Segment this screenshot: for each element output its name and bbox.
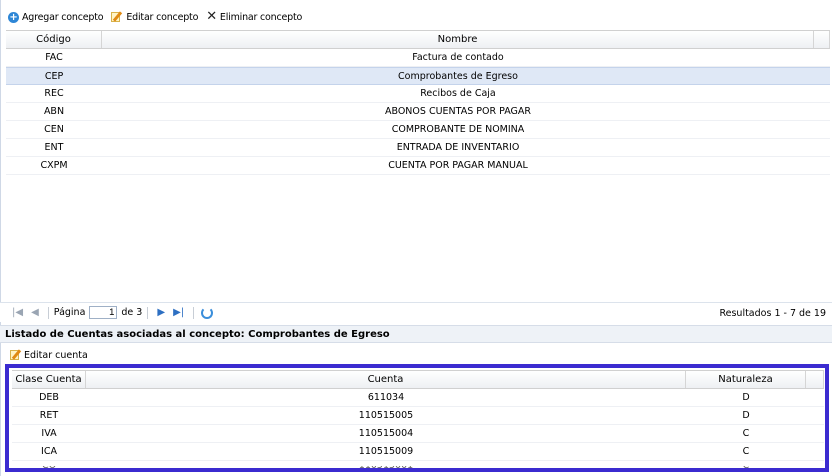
- cell-clase: RET: [39, 410, 59, 421]
- cell-codigo: REC: [44, 88, 64, 99]
- cell-naturaleza: C: [742, 446, 750, 457]
- page-of-label: de 3: [121, 307, 143, 318]
- page-label: Página: [53, 307, 86, 318]
- cell-codigo: ENT: [44, 142, 64, 153]
- cell-nombre: ENTRADA DE INVENTARIO: [396, 142, 520, 153]
- cell-clase: ICA: [41, 446, 57, 457]
- last-page-icon[interactable]: ▶|: [173, 307, 184, 318]
- accounts-grid: Clase Cuenta Cuenta Naturaleza DEB 61103…: [12, 370, 824, 461]
- refresh-icon[interactable]: [201, 306, 214, 319]
- table-row[interactable]: ICA 110515009 C: [12, 443, 824, 461]
- column-header-codigo[interactable]: Código: [6, 31, 102, 48]
- add-concept-label: Agregar concepto: [22, 11, 104, 23]
- pager-separator: [147, 306, 149, 319]
- page-number-input[interactable]: [89, 306, 118, 319]
- concepts-toolbar: + Agregar concepto Editar concepto ✕ Eli…: [0, 6, 832, 28]
- cell-naturaleza: C: [742, 428, 750, 439]
- results-count: Resultados 1 - 7 de 19: [719, 308, 826, 319]
- next-page-icon[interactable]: ▶: [157, 307, 165, 318]
- table-row-partial[interactable]: CO 110515001 C: [12, 466, 824, 476]
- table-row[interactable]: ABN ABONOS CUENTAS POR PAGAR: [6, 103, 830, 121]
- cell-cuenta: 110515009: [358, 446, 414, 457]
- column-header-nombre[interactable]: Nombre: [102, 31, 814, 48]
- concepts-grid-header: Código Nombre: [6, 30, 830, 49]
- first-page-icon[interactable]: |◀: [12, 307, 23, 318]
- concepts-grid: Código Nombre FAC Factura de contado CEP…: [6, 30, 830, 175]
- edit-icon: [10, 349, 22, 361]
- table-row[interactable]: FAC Factura de contado: [6, 49, 830, 67]
- cell-nombre: COMPROBANTE DE NOMINA: [391, 124, 525, 135]
- table-row[interactable]: ENT ENTRADA DE INVENTARIO: [6, 139, 830, 157]
- cell-nombre: Recibos de Caja: [420, 88, 496, 99]
- cell-cuenta: 110515005: [358, 410, 414, 421]
- cell-codigo: FAC: [45, 52, 63, 63]
- table-row-selected[interactable]: CEP Comprobantes de Egreso: [6, 67, 830, 85]
- delete-concept-button[interactable]: ✕ Eliminar concepto: [206, 9, 303, 24]
- edit-concept-button[interactable]: Editar concepto: [111, 11, 198, 23]
- add-icon: +: [8, 11, 19, 23]
- cell-nombre: Comprobantes de Egreso: [398, 70, 518, 82]
- cell-nombre: CUENTA POR PAGAR MANUAL: [388, 160, 528, 171]
- add-concept-button[interactable]: + Agregar concepto: [8, 11, 104, 23]
- cell-clase: DEB: [39, 392, 59, 403]
- pager-separator: [193, 306, 195, 319]
- cell-codigo: CXPM: [40, 160, 68, 171]
- edit-icon: [111, 11, 123, 23]
- concepts-grid-body: FAC Factura de contado CEP Comprobantes …: [6, 49, 830, 175]
- edit-account-button[interactable]: Editar cuenta: [10, 348, 88, 362]
- cell-codigo: CEP: [44, 70, 64, 82]
- column-header-naturaleza[interactable]: Naturaleza: [686, 371, 806, 388]
- table-row[interactable]: DEB 611034 D: [12, 389, 824, 407]
- cell-nombre: Factura de contado: [412, 52, 504, 63]
- cell-clase: IVA: [41, 428, 57, 439]
- table-row[interactable]: RET 110515005 D: [12, 407, 824, 425]
- edit-concept-label: Editar concepto: [126, 11, 199, 23]
- cell-naturaleza: C: [686, 466, 806, 471]
- table-row[interactable]: CXPM CUENTA POR PAGAR MANUAL: [6, 157, 830, 175]
- cell-clase: CO: [12, 466, 86, 471]
- delete-icon: ✕: [206, 9, 217, 24]
- cell-cuenta: 110515004: [358, 428, 414, 439]
- prev-page-icon[interactable]: ◀: [31, 307, 39, 318]
- cell-nombre: ABONOS CUENTAS POR PAGAR: [384, 106, 531, 117]
- accounts-grid-header: Clase Cuenta Cuenta Naturaleza: [12, 370, 824, 389]
- delete-concept-label: Eliminar concepto: [219, 11, 303, 23]
- cell-codigo: CEN: [44, 124, 64, 135]
- pagination-bar: |◀ ◀ Página de 3 ▶ ▶| Resultados 1 - 7 d…: [0, 302, 832, 322]
- accounts-section-title: Listado de Cuentas asociadas al concepto…: [0, 325, 832, 343]
- header-scroll-spacer: [806, 371, 824, 388]
- cell-naturaleza: D: [742, 410, 750, 421]
- cell-codigo: ABN: [43, 106, 65, 117]
- cell-cuenta: 110515001: [86, 466, 686, 471]
- pager-separator: [47, 306, 49, 319]
- table-row[interactable]: CEN COMPROBANTE DE NOMINA: [6, 121, 830, 139]
- cell-naturaleza: D: [742, 392, 750, 403]
- edit-account-label: Editar cuenta: [24, 349, 88, 361]
- header-scroll-spacer: [814, 31, 830, 48]
- column-header-cuenta[interactable]: Cuenta: [86, 371, 686, 388]
- column-header-clase[interactable]: Clase Cuenta: [12, 371, 86, 388]
- cell-cuenta: 611034: [367, 392, 405, 403]
- table-row[interactable]: IVA 110515004 C: [12, 425, 824, 443]
- table-row[interactable]: REC Recibos de Caja: [6, 85, 830, 103]
